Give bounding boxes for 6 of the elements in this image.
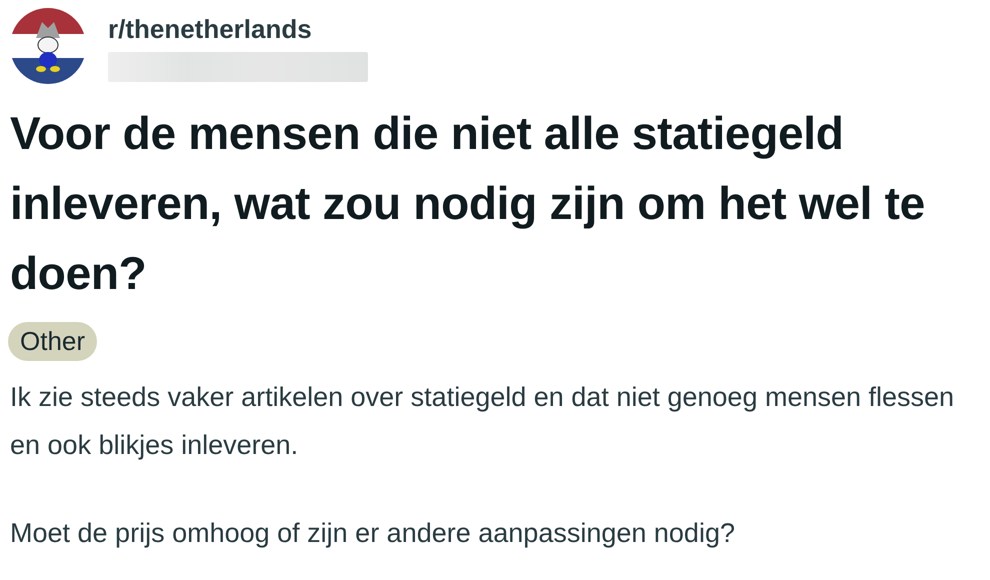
subreddit-name[interactable]: r/thenetherlands [108,14,368,44]
body-paragraph: Moet de prijs omhoog of zijn er andere aanpassingen nodig? [10,517,736,550]
post-title: Voor de mensen die niet alle statiegeld inleveren, wat zou nodig zijn om het wel te doen? [10,106,926,301]
avatar-icon[interactable] [10,8,86,84]
body-paragraph: Ik zie steeds vaker artikelen over statiegeld en dat niet genoeg mensen flessen en ook blikjes inleveren. [10,381,956,462]
flair-tag: Other [8,322,98,361]
